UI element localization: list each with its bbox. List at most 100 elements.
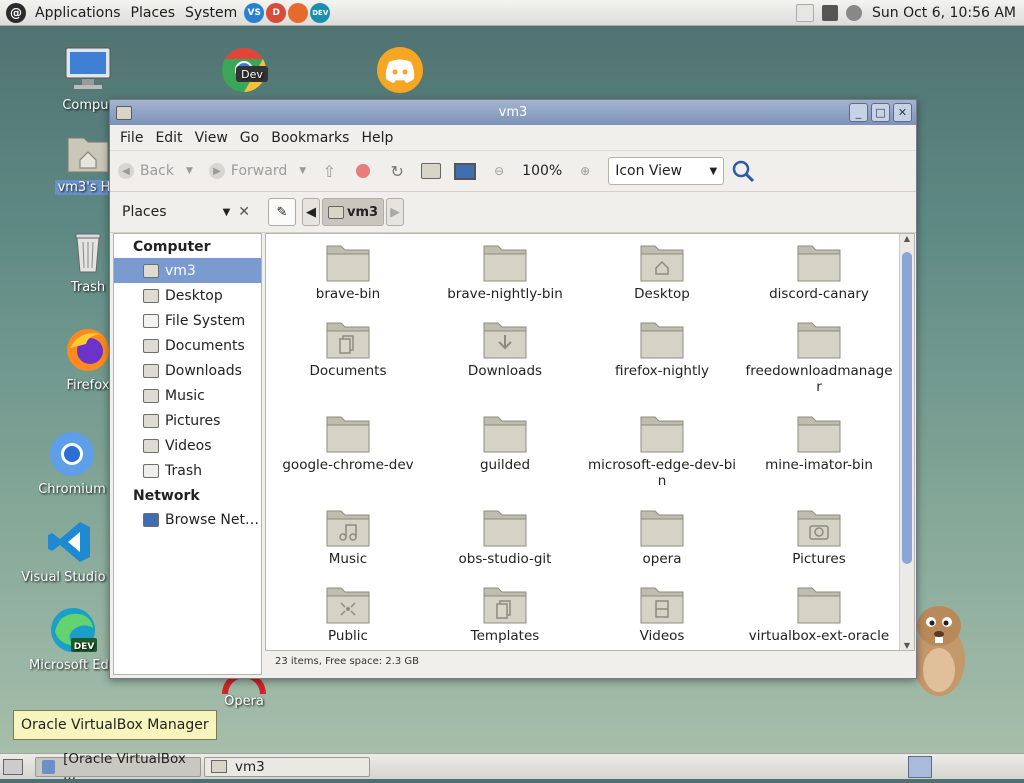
file-item[interactable]: guilded xyxy=(430,413,580,473)
menu-file[interactable]: File xyxy=(114,130,149,146)
task-virtualbox[interactable]: [Oracle VirtualBox ... xyxy=(35,751,201,783)
desktop-icon-chromium[interactable]: Chromium xyxy=(24,430,120,497)
menu-go[interactable]: Go xyxy=(234,130,265,146)
file-item[interactable]: Music xyxy=(273,507,423,567)
system-tray: Sun Oct 6, 10:56 AM xyxy=(792,0,1024,25)
folder-icon xyxy=(143,438,159,453)
menu-applications[interactable]: Applications xyxy=(30,5,126,21)
path-back-button[interactable]: ◀ xyxy=(302,198,320,226)
menu-edit[interactable]: Edit xyxy=(149,130,188,146)
scrollbar-thumb[interactable] xyxy=(902,252,912,564)
home-icon xyxy=(143,263,159,278)
clock[interactable]: Sun Oct 6, 10:56 AM xyxy=(872,5,1016,21)
home-icon[interactable] xyxy=(420,160,442,182)
virtualbox-icon xyxy=(42,759,56,774)
sidebar-item-vm3[interactable]: vm3 xyxy=(114,258,261,283)
file-name: freedownloadmanager xyxy=(745,363,893,395)
file-item[interactable]: opera xyxy=(587,507,737,567)
scroll-up-icon[interactable]: ▲ xyxy=(900,234,914,243)
vertical-scrollbar[interactable]: ▲ ▼ xyxy=(899,234,914,650)
chevron-down-icon: ▼ xyxy=(222,206,231,218)
minimize-button[interactable]: _ xyxy=(849,103,868,122)
file-item[interactable]: Videos xyxy=(587,584,737,644)
folder-icon xyxy=(326,413,370,453)
file-item[interactable]: Templates xyxy=(430,584,580,644)
firefox-launcher-icon[interactable] xyxy=(288,2,309,23)
chrome-dev-launcher-icon[interactable]: D xyxy=(266,2,287,23)
menu-system[interactable]: System xyxy=(180,5,242,21)
file-item[interactable]: google-chrome-dev xyxy=(273,413,423,473)
file-view[interactable]: brave-bin brave-nightly-bin Desktop discord… xyxy=(265,233,915,651)
forward-button[interactable]: ▶ Forward ▼ xyxy=(208,163,306,179)
sidebar-item-music[interactable]: Music xyxy=(114,383,261,408)
up-arrow-icon[interactable]: ⇧ xyxy=(318,160,340,182)
file-item[interactable]: brave-nightly-bin xyxy=(430,242,580,302)
file-item[interactable]: obs-studio-git xyxy=(430,507,580,567)
file-item[interactable]: freedownloadmanager xyxy=(744,319,894,395)
chrome-dev-icon: Dev xyxy=(220,46,268,94)
view-mode-value: Icon View xyxy=(615,163,683,179)
toolbar: ◀ Back ▼ ▶ Forward ▼ ⇧ ↻ ⊖ 100% ⊕ Icon View ▼ xyxy=(110,150,916,192)
workspace-switcher[interactable] xyxy=(908,755,932,778)
close-sidebar-icon[interactable]: ✕ xyxy=(238,204,250,220)
file-item[interactable]: Public xyxy=(273,584,423,644)
home-icon xyxy=(328,205,344,219)
titlebar[interactable]: vm3 _ □ ✕ xyxy=(110,100,916,125)
trash-icon xyxy=(64,228,112,276)
path-current-button[interactable]: vm3 xyxy=(322,198,385,226)
home-folder-icon xyxy=(64,128,112,176)
edit-location-button[interactable]: ✎ xyxy=(268,198,296,226)
file-item[interactable]: Desktop xyxy=(587,242,737,302)
search-icon[interactable] xyxy=(732,160,755,182)
desktop-label: Opera xyxy=(224,694,264,709)
sidebar-item-trash[interactable]: Trash xyxy=(114,458,261,483)
file-item[interactable]: brave-bin xyxy=(273,242,423,302)
file-item[interactable]: microsoft-edge-dev-bin xyxy=(587,413,737,489)
sidebar-item-desktop[interactable]: Desktop xyxy=(114,283,261,308)
scroll-down-icon[interactable]: ▼ xyxy=(900,641,914,650)
edge-dev-launcher-icon[interactable]: DEV xyxy=(310,2,331,23)
zoom-out-icon[interactable]: ⊖ xyxy=(488,160,510,182)
vscode-launcher-icon[interactable]: VS xyxy=(244,2,265,23)
maximize-button[interactable]: □ xyxy=(871,103,890,122)
task-label: vm3 xyxy=(235,758,265,775)
path-forward-button[interactable]: ▶ xyxy=(386,198,405,226)
volume-icon[interactable] xyxy=(846,4,862,21)
computer-icon[interactable] xyxy=(454,160,477,182)
menu-bookmarks[interactable]: Bookmarks xyxy=(265,130,355,146)
folder-icon xyxy=(640,507,684,547)
stop-icon[interactable] xyxy=(352,160,374,182)
notes-icon[interactable] xyxy=(796,3,814,22)
network-icon[interactable] xyxy=(822,4,838,21)
sidebar-item-documents[interactable]: Documents xyxy=(114,333,261,358)
sidebar-item-pictures[interactable]: Pictures xyxy=(114,408,261,433)
file-item[interactable]: Downloads xyxy=(430,319,580,379)
task-vm3[interactable]: vm3 xyxy=(204,756,370,777)
file-item[interactable]: mine-imator-bin xyxy=(744,413,894,473)
menu-places[interactable]: Places xyxy=(126,5,181,21)
applications-logo-icon[interactable]: @ xyxy=(6,2,26,23)
close-button[interactable]: ✕ xyxy=(893,103,912,122)
sidebar-item-label: Browse Net… xyxy=(165,511,260,528)
back-dropdown-icon[interactable]: ▼ xyxy=(186,166,193,176)
file-item[interactable]: discord-canary xyxy=(744,242,894,302)
menu-view[interactable]: View xyxy=(189,130,234,146)
sidebar-item-browse-network[interactable]: Browse Net… xyxy=(114,507,261,532)
forward-dropdown-icon[interactable]: ▼ xyxy=(299,166,306,176)
reload-icon[interactable]: ↻ xyxy=(386,160,408,182)
places-selector[interactable]: Places ▼ ✕ xyxy=(110,204,260,220)
show-desktop-icon[interactable] xyxy=(3,758,23,775)
desktop-icon-discord[interactable] xyxy=(352,46,448,98)
menu-help[interactable]: Help xyxy=(355,130,399,146)
sidebar-item-videos[interactable]: Videos xyxy=(114,433,261,458)
file-item[interactable]: virtualbox-ext-oracle xyxy=(744,584,894,644)
file-item[interactable]: Pictures xyxy=(744,507,894,567)
desktop-icon-chrome-dev[interactable]: Dev xyxy=(196,46,292,98)
sidebar-item-filesystem[interactable]: File System xyxy=(114,308,261,333)
view-mode-select[interactable]: Icon View ▼ xyxy=(608,157,725,185)
back-button[interactable]: ◀ Back ▼ xyxy=(118,163,193,179)
sidebar-item-downloads[interactable]: Downloads xyxy=(114,358,261,383)
zoom-in-icon[interactable]: ⊕ xyxy=(574,160,596,182)
file-item[interactable]: Documents xyxy=(273,319,423,379)
file-item[interactable]: firefox-nightly xyxy=(587,319,737,379)
